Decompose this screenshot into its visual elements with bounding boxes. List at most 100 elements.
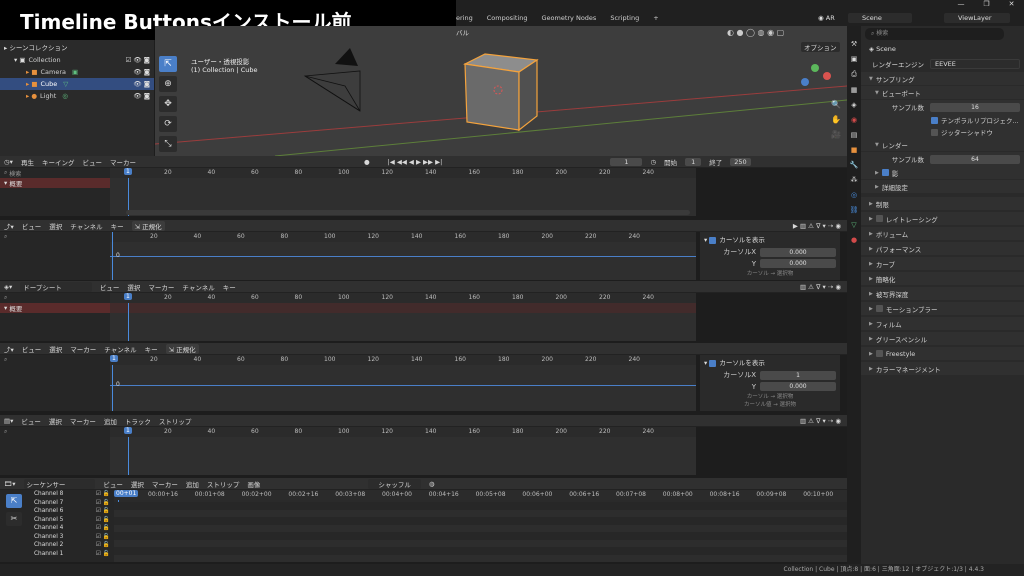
dopesheet-search[interactable]: ⌕: [0, 293, 110, 303]
sequencer-channel[interactable]: Channel 8 ☑ 🔓: [30, 490, 114, 499]
visibility-icons[interactable]: 👁 ◙: [133, 68, 150, 76]
data-tab-icon[interactable]: ▽: [851, 221, 856, 229]
editor-type-dopesheet-icon[interactable]: ◈▾: [4, 283, 12, 291]
properties-section[interactable]: ▶ Freestyle: [861, 347, 1024, 361]
viewport-samples-field[interactable]: 16: [930, 102, 1020, 112]
header-right-icons[interactable]: ▶ ▥ ⚠ ∇ ▾ ⇢ ◉: [793, 222, 841, 230]
outliner-root[interactable]: ▸ シーンコレクション: [0, 40, 154, 54]
nla-ruler[interactable]: 20 40 60 80 100 120 140 160 180 200 220 240: [110, 427, 696, 437]
menu-view[interactable]: ビュー: [82, 157, 102, 167]
graph2-search[interactable]: ⌕: [0, 355, 110, 365]
sequencer-channel[interactable]: Channel 1 ☑ 🔓: [30, 550, 114, 559]
menu-view[interactable]: ビュー: [22, 221, 42, 231]
show-cursor-checkbox[interactable]: [709, 359, 717, 367]
graph-search[interactable]: ⌕: [0, 232, 110, 242]
properties-section[interactable]: ▶ モーションブラー: [861, 302, 1024, 316]
sequencer-ruler[interactable]: 00:00+16 00:01+08 00:02+00 00:02+16 00:03+08…: [114, 490, 847, 500]
cursor-to-selected[interactable]: カーソル → 選択物: [700, 269, 840, 277]
channel-toggles-icon[interactable]: ☑ 🔓: [96, 491, 110, 497]
menu-channel[interactable]: チャンネル: [104, 344, 136, 354]
tab-shading[interactable]: ering: [456, 14, 473, 22]
visibility-icons[interactable]: ☑ 👁 ◙: [125, 56, 150, 64]
sequencer-channel[interactable]: Channel 6 ☑ 🔓: [30, 507, 114, 516]
visibility-icons[interactable]: 👁 ◙: [133, 80, 150, 88]
menu-key[interactable]: キー: [111, 221, 124, 231]
select-tool-icon[interactable]: ⇱: [159, 56, 177, 72]
sequencer-channel[interactable]: Channel 4 ☑ 🔓: [30, 524, 114, 533]
channel-toggles-icon[interactable]: ☑ 🔓: [96, 508, 110, 514]
viewport-mode-text[interactable]: バル: [456, 27, 469, 37]
cursor-value-to-selected[interactable]: カーソル値 → 選択物: [700, 400, 840, 408]
particles-tab-icon[interactable]: ⁂: [851, 176, 858, 184]
editor-type-graph-icon[interactable]: ⤴▾: [4, 344, 14, 354]
dopesheet-area[interactable]: 20 40 60 80 100 120 140 160 180 200 220 240 1: [110, 293, 696, 341]
pan-icon[interactable]: ✋: [831, 115, 841, 124]
menu-marker[interactable]: マーカー: [110, 157, 136, 167]
select-tool-icon[interactable]: ⇱: [6, 494, 22, 508]
menu-track[interactable]: トラック: [125, 416, 151, 426]
properties-section[interactable]: ▶ 被写界深度: [861, 287, 1024, 301]
section-checkbox[interactable]: [875, 305, 883, 312]
menu-key[interactable]: キー: [145, 344, 158, 354]
menu-select[interactable]: 選択: [131, 479, 144, 489]
properties-section[interactable]: ▶ 制限: [861, 197, 1024, 211]
menu-view[interactable]: ビュー: [22, 344, 42, 354]
timeline-area[interactable]: 20 40 60 80 100 120 140 160 180 200 220 240 1: [110, 168, 696, 216]
end-field[interactable]: 250: [730, 157, 751, 166]
timeline-ruler[interactable]: 20 40 60 80 100 120 140 160 180 200 220 240: [110, 168, 696, 178]
start-field[interactable]: 1: [685, 157, 702, 166]
viewport-options[interactable]: オプション: [801, 42, 840, 52]
menu-keying[interactable]: キーイング: [42, 157, 75, 167]
nla-search[interactable]: ⌕: [0, 427, 110, 437]
editor-type-sequencer-icon[interactable]: 🎞▾: [4, 480, 16, 488]
cursor-to-selected[interactable]: カーソル → 選択物: [700, 392, 840, 400]
cursor-y-field[interactable]: 0.000: [760, 259, 836, 268]
render-engine-select[interactable]: EEVEE: [930, 59, 1020, 69]
cursor-y-field[interactable]: 0.000: [760, 382, 836, 391]
current-frame-marker[interactable]: 1: [124, 168, 132, 175]
viewport-3d[interactable]: ユーザー・透視投影 (1) Collection | Cube バル オプション…: [155, 26, 847, 156]
header-right-icons[interactable]: ▥ ⚠ ∇ ▾ ⇢ ◉: [800, 417, 841, 425]
move-tool-icon[interactable]: ✥: [159, 96, 177, 112]
tool-tab-icon[interactable]: ⚒: [851, 40, 857, 48]
tab-compositing[interactable]: Compositing: [487, 14, 528, 22]
editor-type-nla-icon[interactable]: ▤▾: [4, 417, 13, 425]
section-render[interactable]: ▼ レンダー: [861, 138, 1024, 152]
scene-tab-icon[interactable]: ◈: [851, 101, 856, 109]
summary-channel[interactable]: ▾ 概要: [0, 303, 110, 313]
shading-modes[interactable]: ◐ ● ◯ ◍ ◉ ▢: [727, 28, 784, 37]
section-sampling[interactable]: ▼ サンプリング: [861, 72, 1024, 86]
menu-playback[interactable]: 再生: [21, 157, 34, 167]
menu-channel[interactable]: チャンネル: [182, 282, 214, 292]
section-shadows[interactable]: ▶ 影: [861, 166, 1024, 180]
modifier-tab-icon[interactable]: 🔧: [850, 161, 859, 169]
ar-menu[interactable]: ◉ AR: [818, 14, 835, 22]
sequencer-channel[interactable]: Channel 2 ☑ 🔓: [30, 541, 114, 550]
menu-key[interactable]: キー: [223, 282, 236, 292]
output-tab-icon[interactable]: ⎙: [851, 70, 857, 79]
menu-select[interactable]: 選択: [49, 221, 62, 231]
channel-toggles-icon[interactable]: ☑ 🔓: [96, 534, 110, 540]
cursor-x-field[interactable]: 1: [760, 370, 836, 380]
current-frame-marker[interactable]: 1: [124, 293, 132, 300]
normalize-toggle[interactable]: ⇲ 正規化: [131, 220, 165, 231]
menu-strip[interactable]: ストリップ: [159, 416, 192, 426]
properties-search[interactable]: ⌕ 検索: [865, 28, 1004, 40]
properties-section[interactable]: ▶ レイトレーシング: [861, 212, 1024, 226]
menu-add[interactable]: 追加: [186, 479, 199, 489]
section-viewport[interactable]: ▼ ビューポート: [861, 86, 1024, 100]
channel-toggles-icon[interactable]: ☑ 🔓: [96, 500, 110, 506]
rotate-tool-icon[interactable]: ⟳: [159, 116, 177, 132]
temporal-row[interactable]: テンポラルリプロジェク...: [861, 114, 1024, 126]
sequencer-channel[interactable]: Channel 3 ☑ 🔓: [30, 533, 114, 542]
cursor-tool-icon[interactable]: ⊕: [159, 76, 177, 92]
menu-view[interactable]: ビュー: [100, 282, 120, 292]
menu-select[interactable]: 選択: [127, 282, 140, 292]
sequencer-area[interactable]: 00:00+16 00:01+08 00:02+00 00:02+16 00:03+08…: [114, 490, 847, 562]
editor-type-clock-icon[interactable]: ◷▾: [4, 158, 13, 166]
maximize-icon[interactable]: ❐: [983, 0, 989, 10]
shadows-checkbox[interactable]: [881, 169, 889, 176]
properties-section[interactable]: ▶ 簡略化: [861, 272, 1024, 286]
menu-image[interactable]: 画像: [247, 479, 260, 489]
show-cursor-panel[interactable]: ▾ カーソルを表示: [700, 232, 840, 246]
